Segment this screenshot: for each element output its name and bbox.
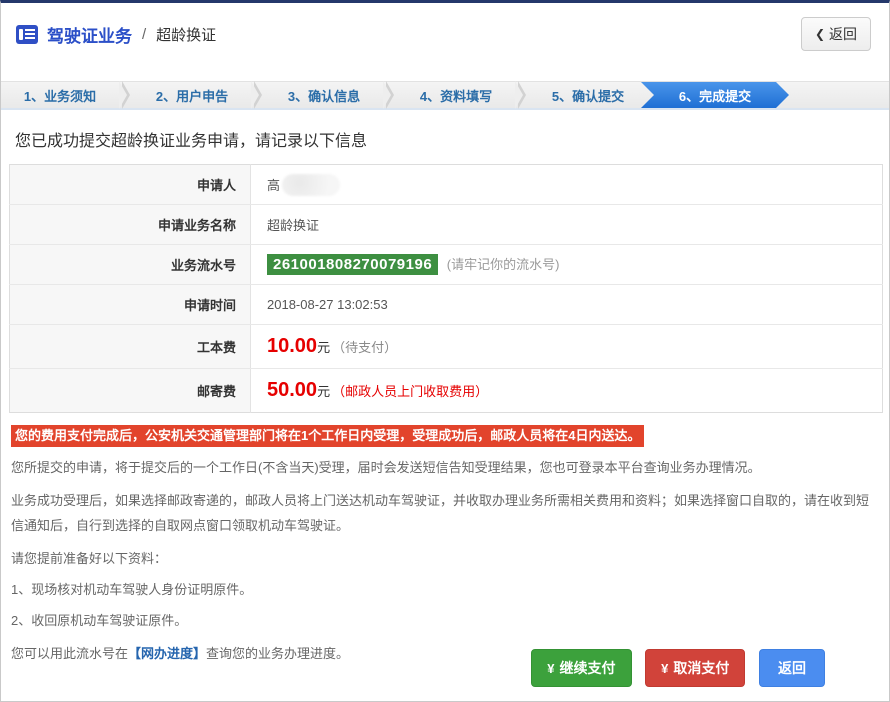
apply-time-value: 2018-08-27 13:02:53 (251, 285, 883, 325)
postage-fee-note: （邮政人员上门收取费用） (332, 384, 488, 399)
breadcrumb: 驾驶证业务 / 超龄换证 (15, 22, 801, 47)
step-separator (119, 82, 133, 108)
license-card-icon (15, 24, 39, 45)
production-fee-value: 10.00元（待支付） (251, 325, 883, 369)
return-button-label: 返回 (778, 658, 806, 678)
table-row-applicant: 申请人 高 (10, 165, 883, 205)
instruction-list-item: 2、收回原机动车驾驶证原件。 (11, 608, 875, 633)
continue-payment-button[interactable]: ¥ 继续支付 (531, 649, 631, 687)
postage-fee-value: 50.00元（邮政人员上门收取费用） (251, 369, 883, 413)
table-row-service-name: 申请业务名称 超龄换证 (10, 205, 883, 245)
instructions: 您所提交的申请，将于提交后的一个工作日(不含当天)受理，届时会发送短信告知受理结… (11, 455, 875, 666)
step-separator (515, 82, 529, 108)
apply-time-label: 申请时间 (10, 285, 251, 325)
back-button[interactable]: ❮ 返回 (801, 17, 871, 51)
step-5-confirm-submit[interactable]: 5、确认提交 (529, 82, 647, 108)
cancel-payment-label: 取消支付 (673, 658, 729, 678)
breadcrumb-current: 超龄换证 (156, 24, 216, 45)
step-2-user-declaration[interactable]: 2、用户申告 (133, 82, 251, 108)
service-name-label: 申请业务名称 (10, 205, 251, 245)
applicant-label: 申请人 (10, 165, 251, 205)
application-summary-table: 申请人 高 申请业务名称 超龄换证 业务流水号 2610018082700791… (9, 164, 883, 413)
table-row-production-fee: 工本费 10.00元（待支付） (10, 325, 883, 369)
instruction-paragraph: 您所提交的申请，将于提交后的一个工作日(不含当天)受理，届时会发送短信告知受理结… (11, 455, 875, 480)
service-name-value: 超龄换证 (251, 205, 883, 245)
production-fee-label: 工本费 (10, 325, 251, 369)
postage-fee-amount: 50.00 (267, 379, 317, 401)
chevron-left-icon: ❮ (815, 27, 825, 41)
page-header: 驾驶证业务 / 超龄换证 ❮ 返回 (1, 3, 889, 63)
production-fee-unit: 元 (317, 340, 330, 355)
payment-notice: 您的费用支付完成后，公安机关交通管理部门将在1个工作日内受理，受理成功后，邮政人… (11, 425, 875, 447)
table-row-serial-number: 业务流水号 261001808270079196 (请牢记你的流水号) (10, 245, 883, 285)
instruction-paragraph: 请您提前准备好以下资料： (11, 546, 875, 571)
postage-fee-unit: 元 (317, 384, 330, 399)
page-title: 驾驶证业务 (47, 22, 132, 47)
applicant-value: 高 (251, 165, 883, 205)
step-4-fill-materials[interactable]: 4、资料填写 (397, 82, 515, 108)
action-button-bar: ¥ 继续支付 ¥ 取消支付 返回 (1, 649, 889, 688)
breadcrumb-separator: / (142, 26, 146, 43)
step-1-business-notice[interactable]: 1、业务须知 (1, 82, 119, 108)
payment-notice-text: 您的费用支付完成后，公安机关交通管理部门将在1个工作日内受理，受理成功后，邮政人… (11, 425, 644, 447)
step-progress-bar: 1、业务须知 2、用户申告 3、确认信息 4、资料填写 5、确认提交 6、完成提… (1, 81, 889, 110)
cancel-payment-button[interactable]: ¥ 取消支付 (645, 649, 745, 687)
instruction-list-item: 1、现场核对机动车驾驶人身份证明原件。 (11, 577, 875, 602)
step-bar-filler (789, 82, 889, 108)
yen-icon: ¥ (661, 661, 668, 676)
return-button[interactable]: 返回 (759, 649, 825, 687)
step-3-confirm-info[interactable]: 3、确认信息 (265, 82, 383, 108)
table-row-apply-time: 申请时间 2018-08-27 13:02:53 (10, 285, 883, 325)
step-separator (251, 82, 265, 108)
table-row-postage-fee: 邮寄费 50.00元（邮政人员上门收取费用） (10, 369, 883, 413)
privacy-blur (282, 174, 340, 196)
serial-number-badge: 261001808270079196 (267, 254, 438, 275)
serial-number-note: (请牢记你的流水号) (447, 257, 560, 272)
postage-fee-label: 邮寄费 (10, 369, 251, 413)
instruction-paragraph: 业务成功受理后，如果选择邮政寄递的，邮政人员将上门送达机动车驾驶证，并收取办理业… (11, 488, 875, 538)
yen-icon: ¥ (547, 661, 554, 676)
applicant-name-text: 高 (267, 175, 280, 194)
continue-payment-label: 继续支付 (560, 658, 616, 678)
step-6-complete-submit-active[interactable]: 6、完成提交 (641, 82, 789, 108)
back-button-label: 返回 (829, 24, 857, 44)
success-message: 您已成功提交超龄换证业务申请，请记录以下信息 (1, 110, 889, 164)
production-fee-amount: 10.00 (267, 335, 317, 357)
serial-number-label: 业务流水号 (10, 245, 251, 285)
production-fee-note: （待支付） (332, 340, 397, 355)
serial-number-value: 261001808270079196 (请牢记你的流水号) (251, 245, 883, 285)
step-separator (383, 82, 397, 108)
